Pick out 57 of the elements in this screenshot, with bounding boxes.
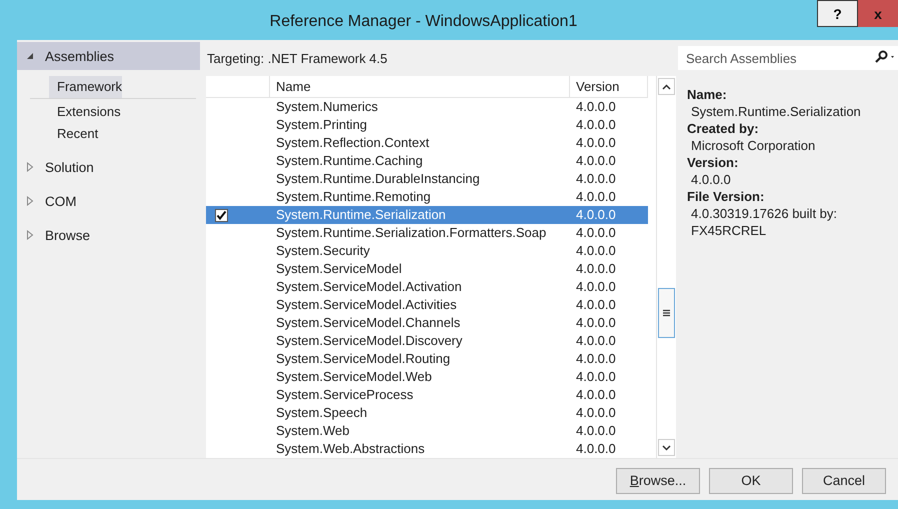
tree-item[interactable]: Framework [49, 76, 122, 98]
table-row[interactable]: System.Printing 4.0.0.0 [206, 116, 648, 134]
table-row[interactable]: System.Speech 4.0.0.0 [206, 404, 648, 422]
tree-item[interactable]: Browse [17, 221, 200, 249]
tree-item[interactable]: Recent [49, 123, 98, 145]
dialog-button[interactable]: Cancel [802, 468, 886, 494]
targeting-label: Targeting: .NET Framework 4.5 [206, 50, 388, 68]
search-input[interactable]: Search Assemblies [684, 50, 872, 66]
tree-item[interactable]: Assemblies [17, 42, 200, 70]
detail-value: Microsoft Corporation [690, 137, 816, 154]
detail-label: Version: [687, 154, 740, 171]
table-row[interactable]: System.Web 4.0.0.0 [206, 422, 648, 440]
scroll-thumb[interactable] [658, 288, 675, 338]
tree-item[interactable]: COM [17, 187, 200, 215]
table-row[interactable]: System.Runtime.Remoting 4.0.0.0 [206, 188, 648, 206]
browse-button[interactable]: Browse... [616, 468, 700, 494]
scroll-down-button[interactable] [658, 439, 675, 456]
help-button[interactable]: ? [817, 0, 858, 27]
table-row[interactable]: System.Runtime.Caching 4.0.0.0 [206, 152, 648, 170]
column-header[interactable]: Version [570, 76, 648, 97]
dialog-button[interactable]: OK [709, 468, 793, 494]
table-row[interactable]: System.ServiceModel.Activation 4.0.0.0 [206, 278, 648, 296]
table-row[interactable]: System.ServiceModel 4.0.0.0 [206, 260, 648, 278]
column-header[interactable]: Name [270, 76, 570, 97]
tree-item[interactable]: Extensions [49, 101, 121, 123]
table-row[interactable]: System.Runtime.Serialization.Formatters.Soap 4.0.0.0 [206, 224, 648, 242]
detail-label: Name: [687, 86, 728, 103]
chevron-up-icon [662, 84, 671, 90]
table-row[interactable]: System.ServiceModel.Channels 4.0.0.0 [206, 314, 648, 332]
checkbox[interactable] [215, 208, 228, 222]
scroll-up-button[interactable] [658, 78, 675, 95]
table-row[interactable]: System.Runtime.Serialization 4.0.0.0 [206, 206, 648, 224]
table-row[interactable]: System.ServiceModel.Routing 4.0.0.0 [206, 350, 648, 368]
table-row[interactable]: System.Security 4.0.0.0 [206, 242, 648, 260]
detail-label: Created by: [687, 120, 760, 137]
collapsed-triangle-icon [25, 162, 35, 172]
collapsed-triangle-icon [25, 230, 35, 240]
table-row[interactable]: System.ServiceModel.Discovery 4.0.0.0 [206, 332, 648, 350]
table-row[interactable]: System.Runtime.DurableInstancing 4.0.0.0 [206, 170, 648, 188]
table-row[interactable]: System.ServiceProcess 4.0.0.0 [206, 386, 648, 404]
collapsed-triangle-icon [25, 196, 35, 206]
vertical-scrollbar[interactable] [656, 76, 676, 458]
chevron-down-icon [662, 444, 671, 450]
expanded-triangle-icon [25, 51, 35, 61]
table-row[interactable]: System.Web.Abstractions 4.0.0.0 [206, 440, 648, 458]
detail-value: 4.0.30319.17626 built by: FX45RCREL [690, 205, 838, 239]
close-button[interactable]: x [858, 0, 898, 27]
table-row[interactable]: System.ServiceModel.Activities 4.0.0.0 [206, 296, 648, 314]
table-row[interactable]: System.ServiceModel.Web 4.0.0.0 [206, 368, 648, 386]
window-title: Reference Manager - WindowsApplication1 [268, 12, 578, 32]
detail-value: 4.0.0.0 [690, 171, 732, 188]
search-field[interactable]: Search Assemblies [678, 46, 898, 70]
tree-item[interactable]: Solution [17, 153, 200, 181]
table-row[interactable]: System.Reflection.Context 4.0.0.0 [206, 134, 648, 152]
detail-label: File Version: [687, 188, 766, 205]
detail-value: System.Runtime.Serialization [690, 103, 862, 120]
table-row[interactable]: System.Numerics 4.0.0.0 [206, 98, 648, 116]
